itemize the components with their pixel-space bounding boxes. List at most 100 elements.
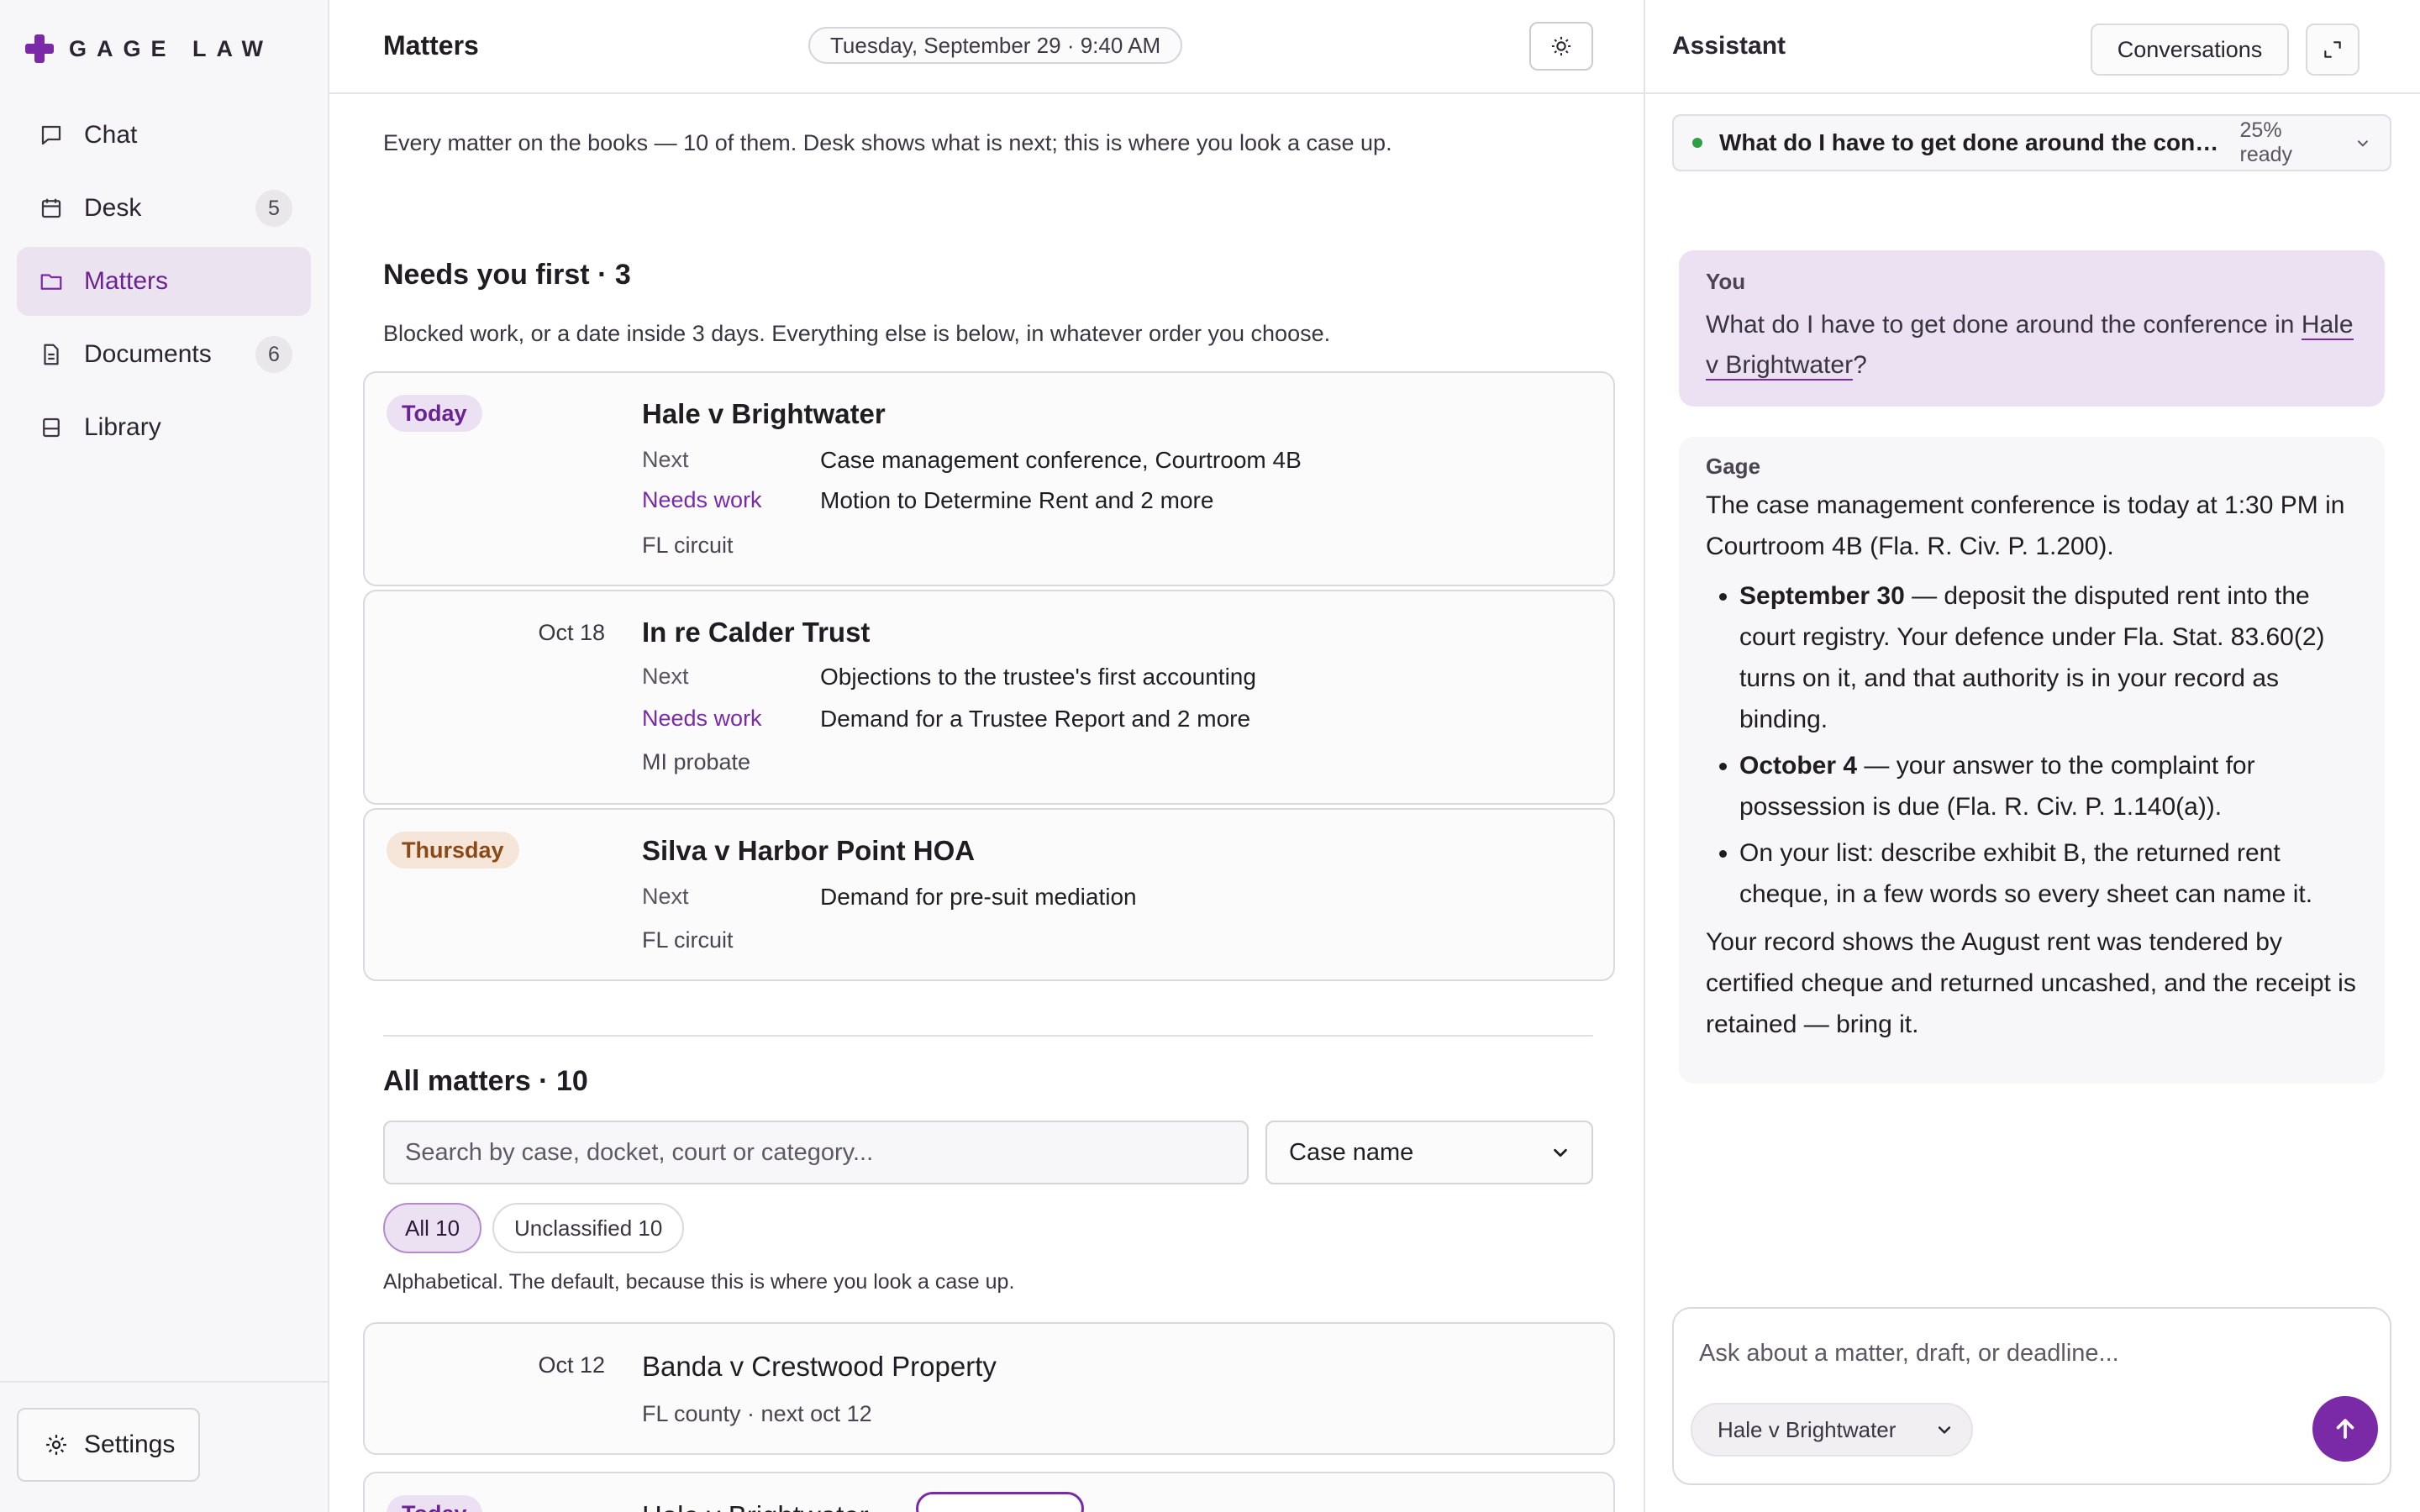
date-badge-today: Today — [387, 1495, 482, 1512]
date-badge-today: Today — [387, 395, 482, 432]
assistant-header: Assistant Conversations — [1645, 0, 2420, 94]
status-pill — [916, 1492, 1084, 1512]
sidebar: GAGE LAW Chat Desk 5 Matters Documents 6… — [0, 0, 329, 1512]
chevron-down-icon — [1554, 1148, 1567, 1158]
next-date: Oct 18 — [538, 620, 605, 645]
matter-card-hale[interactable]: Today Hale v Brightwater Next Case manag… — [363, 371, 1615, 586]
message-paragraph: The case management conference is today … — [1706, 491, 2345, 560]
expand-icon — [2324, 41, 2341, 58]
document-icon — [39, 342, 64, 367]
next-value: Demand for pre-suit mediation — [820, 884, 1137, 910]
sidebar-item-label: Matters — [84, 267, 169, 295]
matter-card-silva[interactable]: Thursday Silva v Harbor Point HOA Next D… — [363, 808, 1615, 981]
needs-first-subtitle: Blocked work, or a date inside 3 days. E… — [383, 321, 1331, 346]
calendar-icon — [39, 196, 64, 221]
send-button[interactable] — [2312, 1396, 2378, 1462]
matter-title: Hale v Brightwater — [642, 1500, 869, 1512]
sort-helper-text: Alphabetical. The default, because this … — [383, 1270, 1015, 1294]
matter-select-value: Hale v Brightwater — [1718, 1416, 1897, 1442]
next-row: Next Demand for pre-suit mediation — [642, 884, 1137, 911]
matter-title: Silva v Harbor Point HOA — [642, 835, 976, 866]
matter-card-hale-list[interactable]: Today Hale v Brightwater — [363, 1472, 1615, 1512]
sidebar-item-documents[interactable]: Documents 6 — [17, 320, 311, 389]
next-value: Objections to the trustee's first accoun… — [820, 664, 1256, 690]
page-title: Matters — [383, 30, 479, 60]
brand-logo-icon — [25, 34, 54, 63]
assistant-title: Assistant — [1672, 32, 1786, 60]
message-text-part: What do I have to get done around the co… — [1706, 311, 2302, 339]
bullet-date: October 4 — [1739, 752, 1858, 780]
sidebar-item-chat[interactable]: Chat — [17, 101, 311, 170]
assistant-message: Gage The case management conference is t… — [1679, 437, 2385, 1084]
matter-context-select[interactable]: Hale v Brightwater — [1691, 1403, 1973, 1457]
desk-count-badge: 5 — [255, 190, 292, 227]
sun-icon — [1551, 36, 1571, 56]
conversations-button[interactable]: Conversations — [2091, 24, 2289, 76]
matters-intro: Every matter on the books — 10 of them. … — [383, 130, 1392, 155]
message-author: You — [1706, 269, 1746, 294]
sort-select[interactable]: Case name — [1265, 1121, 1593, 1184]
ready-progress: 25% ready — [2239, 118, 2293, 166]
matter-card-calder[interactable]: Oct 18 In re Calder Trust Next Objection… — [363, 590, 1615, 805]
expand-button[interactable] — [2306, 24, 2360, 76]
chat-bubble-icon — [39, 123, 64, 148]
matter-title: Banda v Crestwood Property — [642, 1351, 997, 1382]
composer-input[interactable] — [1699, 1332, 2354, 1374]
section-divider — [383, 1035, 1593, 1037]
chevron-down-icon — [2358, 140, 2369, 147]
settings-label: Settings — [84, 1431, 176, 1458]
next-row: Next Case management conference, Courtro… — [642, 447, 1302, 474]
matters-panel: Matters Tuesday, September 29 · 9:40 AM … — [329, 0, 1645, 1512]
sidebar-item-label: Chat — [84, 121, 138, 149]
library-icon — [39, 415, 64, 440]
bullet-text: On your list: describe exhibit B, the re… — [1739, 839, 2313, 908]
sidebar-item-matters[interactable]: Matters — [17, 247, 311, 316]
next-key: Next — [642, 447, 689, 472]
theme-toggle-button[interactable] — [1529, 22, 1593, 71]
sidebar-item-library[interactable]: Library — [17, 393, 311, 462]
message-text-part: ? — [1853, 351, 1867, 379]
settings-button[interactable]: Settings — [17, 1408, 200, 1482]
needs-work-row: Needs work Demand for a Trustee Report a… — [642, 706, 1250, 732]
all-matters-heading: All matters · 10 — [383, 1065, 588, 1097]
sidebar-item-desk[interactable]: Desk 5 — [17, 174, 311, 243]
arrow-up-icon — [2336, 1419, 2354, 1439]
sidebar-item-label: Documents — [84, 340, 212, 368]
message-text: What do I have to get done around the co… — [1706, 305, 2358, 386]
sidebar-item-label: Desk — [84, 194, 142, 222]
next-key: Next — [642, 884, 689, 909]
sidebar-nav: Chat Desk 5 Matters Documents 6 Library — [17, 101, 311, 466]
sidebar-footer: Settings — [0, 1381, 328, 1482]
next-row: Next Objections to the trustee's first a… — [642, 664, 1256, 690]
list-item: September 30 — deposit the disputed rent… — [1739, 575, 2358, 740]
composer: Hale v Brightwater — [1672, 1307, 2391, 1485]
filter-chip-all[interactable]: All 10 — [383, 1203, 482, 1253]
needs-work-value: Motion to Determine Rent and 2 more — [820, 487, 1214, 513]
next-value: Case management conference, Courtroom 4B — [820, 447, 1302, 473]
message-paragraph: Your record shows the August rent was te… — [1706, 928, 2356, 1038]
sidebar-item-label: Library — [84, 413, 161, 441]
matter-search-input[interactable] — [383, 1121, 1249, 1184]
court-label: MI probate — [642, 749, 751, 774]
conversation-select[interactable]: What do I have to get done around the co… — [1672, 114, 2391, 171]
date-time-pill: Tuesday, September 29 · 9:40 AM — [808, 27, 1183, 64]
assistant-panel: Assistant Conversations What do I have t… — [1645, 0, 2420, 1512]
app-root: GAGE LAW Chat Desk 5 Matters Documents 6… — [0, 0, 2420, 1512]
needs-first-heading: Needs you first · 3 — [383, 259, 631, 291]
matter-card-banda[interactable]: Oct 12 Banda v Crestwood Property FL cou… — [363, 1322, 1615, 1455]
chevron-down-icon — [1938, 1426, 1951, 1434]
status-dot — [1692, 138, 1702, 148]
matter-title: Hale v Brightwater — [642, 398, 886, 429]
filter-chip-unclassified[interactable]: Unclassified 10 — [492, 1203, 685, 1253]
brand-name: GAGE LAW — [69, 35, 273, 61]
brand[interactable]: GAGE LAW — [25, 32, 273, 66]
needs-work-key: Needs work — [642, 487, 762, 512]
matter-meta: FL county · next oct 12 — [642, 1401, 872, 1426]
message-author: Gage — [1706, 454, 1761, 479]
needs-work-row: Needs work Motion to Determine Rent and … — [642, 487, 1213, 514]
conversation-title: What do I have to get done around the co… — [1719, 129, 2220, 155]
folder-icon — [39, 269, 64, 294]
needs-work-value: Demand for a Trustee Report and 2 more — [820, 706, 1251, 732]
bullet-date: September 30 — [1739, 582, 1905, 610]
court-label: FL circuit — [642, 533, 734, 558]
